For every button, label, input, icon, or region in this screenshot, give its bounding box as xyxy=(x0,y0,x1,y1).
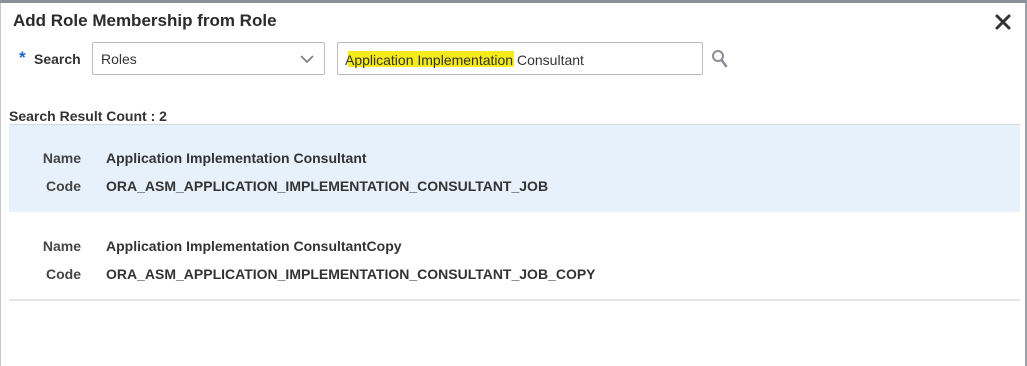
divider xyxy=(9,299,1020,301)
code-label: Code xyxy=(46,178,81,194)
search-type-select[interactable]: Roles xyxy=(92,42,325,75)
role-code: ORA_ASM_APPLICATION_IMPLEMENTATION_CONSU… xyxy=(106,178,549,194)
role-name: Application Implementation Consultant xyxy=(106,150,367,166)
search-icon[interactable] xyxy=(711,49,729,69)
close-icon[interactable] xyxy=(994,13,1012,31)
search-result-count: Search Result Count : 2 xyxy=(9,108,167,124)
required-marker: * xyxy=(19,48,26,67)
search-input-value: Application Implementation Consultant xyxy=(345,52,584,68)
search-input[interactable]: Application Implementation Consultant xyxy=(337,42,703,75)
search-type-value: Roles xyxy=(101,51,137,67)
role-name: Application Implementation ConsultantCop… xyxy=(106,238,402,254)
result-row[interactable]: Name Application Implementation Consulta… xyxy=(9,125,1020,212)
name-label: Name xyxy=(42,238,81,254)
result-row[interactable]: Name Application Implementation Consulta… xyxy=(9,213,1020,300)
search-label: Search xyxy=(34,51,81,67)
dialog-left-border xyxy=(0,3,1,366)
role-code: ORA_ASM_APPLICATION_IMPLEMENTATION_CONSU… xyxy=(106,266,596,282)
name-label: Name xyxy=(42,150,81,166)
dialog-top-border xyxy=(0,0,1027,3)
code-label: Code xyxy=(46,266,81,282)
dialog-title: Add Role Membership from Role xyxy=(13,11,277,30)
chevron-down-icon xyxy=(300,55,314,64)
